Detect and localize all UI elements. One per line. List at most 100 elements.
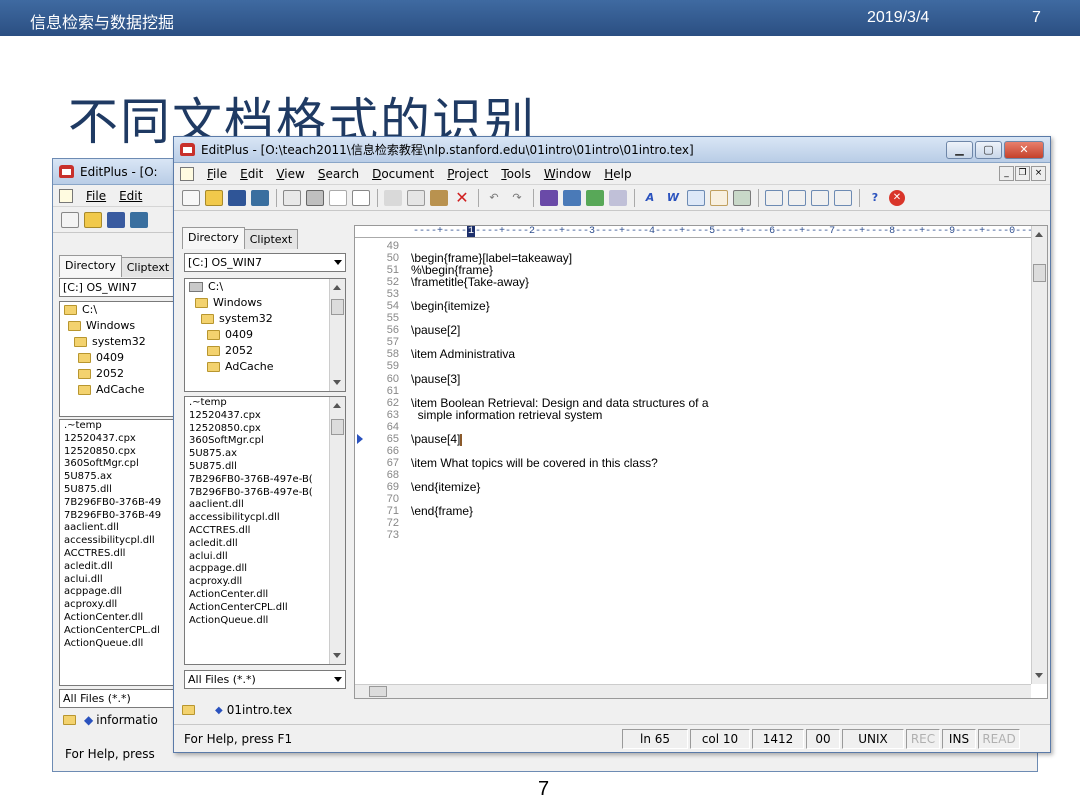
back-menu-file[interactable]: File xyxy=(86,189,106,203)
code-line[interactable]: \begin{itemize} xyxy=(411,300,1029,312)
list-item[interactable]: aclui.dll xyxy=(185,551,345,564)
code-line[interactable]: \item What topics will be covered in thi… xyxy=(411,457,1029,469)
back-menu-edit[interactable]: Edit xyxy=(119,189,142,203)
back-doc-tab[interactable]: ◆ informatio xyxy=(63,713,158,727)
list-item[interactable]: 5U875.ax xyxy=(185,448,345,461)
mdi-close-button[interactable]: × xyxy=(1031,166,1046,181)
mdi-minimize-button[interactable]: _ xyxy=(999,166,1014,181)
list-item[interactable]: 5U875.ax xyxy=(60,471,176,484)
stop-icon[interactable]: ✕ xyxy=(889,189,905,206)
find-icon[interactable] xyxy=(540,189,558,206)
list-item[interactable]: acledit.dll xyxy=(60,561,176,574)
list-item[interactable]: acledit.dll xyxy=(185,538,345,551)
back-drive-select[interactable]: [C:] OS_WIN7 xyxy=(59,278,177,297)
back-tab-directory[interactable]: Directory xyxy=(59,255,122,277)
list-item[interactable]: .~temp xyxy=(185,397,345,410)
list-item[interactable]: ActionQueue.dll xyxy=(60,638,176,651)
undo-icon[interactable]: ↶ xyxy=(485,190,503,206)
save-icon[interactable] xyxy=(107,211,125,228)
menu-window[interactable]: Window xyxy=(544,167,591,181)
document-tab[interactable]: ◆ 01intro.tex xyxy=(182,700,292,720)
back-tab-cliptext[interactable]: Cliptext xyxy=(120,257,176,277)
code-line[interactable] xyxy=(411,493,1029,505)
list-item[interactable]: AdCache xyxy=(185,359,345,375)
list-item[interactable]: 12520437.cpx xyxy=(60,433,176,446)
print-preview-icon[interactable] xyxy=(283,189,301,206)
browser-icon[interactable] xyxy=(352,189,370,206)
list-item[interactable]: acppage.dll xyxy=(60,586,176,599)
list-item[interactable]: acppage.dll xyxy=(185,563,345,576)
preferences-icon[interactable] xyxy=(733,189,751,206)
code-line[interactable]: \pause[2] xyxy=(411,324,1029,336)
code-line[interactable]: \item Administrativa xyxy=(411,348,1029,360)
minimize-button[interactable]: ▁ xyxy=(946,141,973,159)
help-icon[interactable]: ? xyxy=(866,190,884,206)
code-line[interactable] xyxy=(411,288,1029,300)
ruler-icon[interactable] xyxy=(687,189,705,206)
replace-icon[interactable] xyxy=(563,189,581,206)
code-line[interactable] xyxy=(411,312,1029,324)
new-file-icon[interactable] xyxy=(182,189,200,206)
editor-vertical-scrollbar[interactable] xyxy=(1031,226,1047,684)
code-line[interactable]: \pause[3] xyxy=(411,372,1029,385)
list-item[interactable]: aaclient.dll xyxy=(185,499,345,512)
menu-project[interactable]: Project xyxy=(447,167,488,181)
delete-icon[interactable]: ✕ xyxy=(453,189,471,206)
font-icon[interactable]: A xyxy=(641,190,659,206)
list-item[interactable]: acproxy.dll xyxy=(60,599,176,612)
list-item[interactable]: ActionCenterCPL.dll xyxy=(185,602,345,615)
scroll-down-icon[interactable] xyxy=(1035,673,1043,678)
save-all-icon[interactable] xyxy=(251,189,269,206)
list-item[interactable]: 12520850.cpx xyxy=(185,423,345,436)
list-item[interactable]: aclui.dll xyxy=(60,574,176,587)
list-item[interactable]: accessibilitycpl.dll xyxy=(185,512,345,525)
list-item[interactable]: 0409 xyxy=(185,327,345,343)
menu-view[interactable]: View xyxy=(276,167,304,181)
file-list[interactable]: .~temp 12520437.cpx 12520850.cpx 360SoftMgr… xyxy=(184,396,346,665)
list-item[interactable]: AdCache xyxy=(60,382,176,398)
list-item[interactable]: 360SoftMgr.cpl xyxy=(60,458,176,471)
folder-tree-scrollbar[interactable] xyxy=(329,279,345,391)
file-list-scrollbar[interactable] xyxy=(329,397,345,664)
menu-search[interactable]: Search xyxy=(318,167,359,181)
copy-icon[interactable] xyxy=(407,189,425,206)
back-folder-list[interactable]: C:\ Windows system32 0409 2052 AdCache xyxy=(59,301,177,417)
list-item[interactable]: 2052 xyxy=(60,366,176,382)
close-button[interactable]: ✕ xyxy=(1004,141,1044,159)
close-window-icon[interactable] xyxy=(811,189,829,206)
doc-menu-icon[interactable] xyxy=(180,166,194,181)
code-line[interactable] xyxy=(411,517,1029,529)
list-item[interactable]: 7B296FB0-376B-497e-B( xyxy=(185,474,345,487)
list-item[interactable]: 5U875.dll xyxy=(185,461,345,474)
tab-cliptext[interactable]: Cliptext xyxy=(243,229,299,249)
scroll-thumb[interactable] xyxy=(331,299,344,315)
list-item[interactable]: Windows xyxy=(185,295,345,311)
menu-help[interactable]: Help xyxy=(604,167,631,181)
list-item[interactable]: ACCTRES.dll xyxy=(60,548,176,561)
window-list-icon[interactable] xyxy=(788,189,806,206)
code-line[interactable]: \end{itemize} xyxy=(411,481,1029,493)
drive-select[interactable]: [C:] OS_WIN7 xyxy=(184,253,346,272)
menu-file[interactable]: File xyxy=(207,167,227,181)
cut-icon[interactable] xyxy=(384,189,402,206)
list-item[interactable]: acproxy.dll xyxy=(185,576,345,589)
main-title-bar[interactable]: EditPlus - [O:\teach2011\信息检索教程\nlp.stan… xyxy=(174,137,1050,163)
list-item[interactable]: 12520437.cpx xyxy=(185,410,345,423)
file-filter-select[interactable]: All Files (*.*) xyxy=(184,670,346,689)
code-line[interactable]: \end{frame} xyxy=(411,505,1029,517)
list-item[interactable]: 7B296FB0-376B-49 xyxy=(60,497,176,510)
scroll-thumb[interactable] xyxy=(331,419,344,435)
menu-edit[interactable]: Edit xyxy=(240,167,263,181)
list-item[interactable]: 7B296FB0-376B-497e-B( xyxy=(185,487,345,500)
redo-icon[interactable]: ↷ xyxy=(508,190,526,206)
goto-line-icon[interactable] xyxy=(609,189,627,206)
list-item[interactable]: 0409 xyxy=(60,350,176,366)
list-item[interactable]: 7B296FB0-376B-49 xyxy=(60,510,176,523)
back-file-filter[interactable]: All Files (*.*) xyxy=(59,689,177,708)
scroll-up-icon[interactable] xyxy=(333,403,341,408)
list-item[interactable]: Windows xyxy=(60,318,176,334)
save-icon[interactable] xyxy=(228,189,246,206)
list-item[interactable]: 360SoftMgr.cpl xyxy=(185,435,345,448)
code-line[interactable] xyxy=(411,529,1029,541)
save-all-icon[interactable] xyxy=(130,211,148,228)
